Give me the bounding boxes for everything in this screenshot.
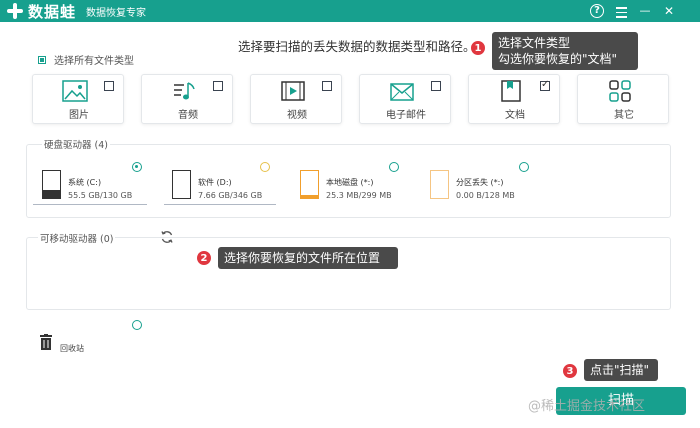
select-all-box[interactable] [38,55,46,64]
drive-radio[interactable] [389,162,399,172]
drive-radio[interactable] [519,162,529,172]
drive-icon [300,170,319,199]
drive-icon [430,170,449,199]
page-prompt: 选择要扫描的丢失数据的数据类型和路径。 [238,39,476,54]
drive-usage-line [164,204,276,205]
drive-size: 55.5 GB/130 GB [68,191,133,200]
video-icon [281,81,305,101]
type-label: 图片 [69,110,89,121]
other-icon [609,80,631,102]
close-button[interactable]: ✕ [660,2,678,20]
removable-drive-title: 可移动驱动器 (0) [38,231,116,245]
minimize-button[interactable]: — [636,2,654,20]
drive-local[interactable]: 本地磁盘 (*:) 25.3 MB/299 MB [300,162,405,206]
type-card-video[interactable]: 视频 [250,74,342,124]
drive-usage-line [33,204,147,205]
drive-lost-partition[interactable]: 分区丢失 (*:) 0.00 B/128 MB [430,162,535,206]
drive-name: 本地磁盘 (*:) [326,178,374,187]
tip-click-scan: 点击"扫描" [584,359,658,381]
type-card-other[interactable]: 其它 [577,74,669,124]
type-card-document[interactable]: 文档 [468,74,560,124]
drive-radio[interactable] [132,162,142,172]
drive-icon [172,170,191,199]
type-card-audio[interactable]: 音频 [141,74,233,124]
drive-size: 7.66 GB/346 GB [198,191,263,200]
audio-icon [174,82,195,100]
select-all-label: 选择所有文件类型 [54,56,134,67]
app-subtitle: 数据恢复专家 [86,8,146,19]
tip-line: 选择文件类型 [498,36,571,50]
hard-disk-title: 硬盘驱动器 (4) [42,137,110,151]
drive-size: 0.00 B/128 MB [456,191,515,200]
drive-icon [42,170,61,199]
title-bar: 数据蛙 数据恢复专家 ? — ✕ [0,0,700,22]
refresh-icon[interactable] [160,230,174,244]
document-checkbox[interactable] [540,79,550,91]
type-label: 文档 [505,110,525,121]
recycle-bin-radio[interactable] [132,320,142,330]
type-label: 视频 [287,110,307,121]
type-card-email[interactable]: 电子邮件 [359,74,451,124]
trash-icon[interactable] [40,334,52,350]
tip-select-location: 选择你要恢复的文件所在位置 [218,247,398,269]
image-checkbox[interactable] [104,81,114,91]
audio-checkbox[interactable] [213,81,223,91]
drive-size: 25.3 MB/299 MB [326,191,392,200]
watermark: @稀土掘金技术社区 [528,399,646,414]
type-label: 电子邮件 [386,110,426,121]
plus-logo-icon [6,2,24,20]
drive-c[interactable]: 系统 (C:) 55.5 GB/130 GB [33,162,147,206]
recycle-bin-label: 回收站 [60,344,84,353]
menu-icon[interactable] [612,2,630,20]
drive-d[interactable]: 软件 (D:) 7.66 GB/346 GB [164,162,277,206]
app-logo: 数据蛙 [6,2,77,21]
image-icon [62,80,88,102]
email-icon [390,83,414,101]
drive-radio[interactable] [260,162,270,172]
select-all-checkbox[interactable]: 选择所有文件类型 [38,52,134,67]
type-label: 其它 [614,110,634,121]
tip-line: 勾选你要恢复的"文档" [498,52,618,66]
document-icon [501,80,521,102]
type-label: 音频 [178,110,198,121]
step-badge: 1 [470,40,486,56]
email-checkbox[interactable] [431,81,441,91]
help-icon[interactable]: ? [590,4,604,18]
type-card-image[interactable]: 图片 [32,74,124,124]
app-name: 数据蛙 [28,2,77,21]
step-badge: 2 [196,250,212,266]
step-badge: 3 [562,363,578,379]
drive-name: 软件 (D:) [198,178,232,187]
drive-name: 系统 (C:) [68,178,102,187]
drive-name: 分区丢失 (*:) [456,178,504,187]
tip-select-type: 选择文件类型 勾选你要恢复的"文档" [492,32,638,70]
video-checkbox[interactable] [322,81,332,91]
